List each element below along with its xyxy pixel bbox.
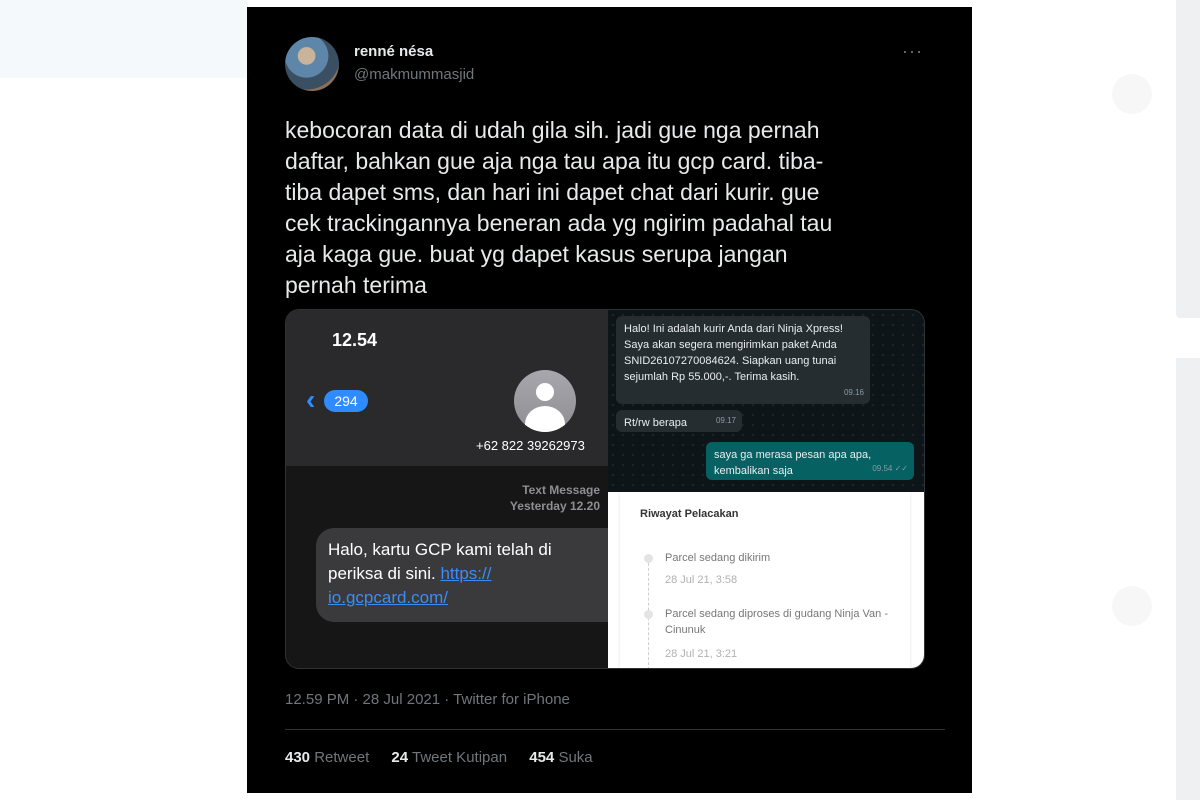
side-panel [1176,0,1200,318]
divider [285,729,945,730]
chat-time: 09.16 [843,388,864,397]
sms-screenshot: 12.54 ‹ 294 +62 822 39262973 Text Messag… [286,310,626,668]
status-time: 12.54 [332,330,378,350]
tweet-stats: 430 Retweet 24 Tweet Kutipan 454 Suka [285,749,611,766]
chevron-left-icon: ‹ [306,384,316,415]
tracking-date: 28 Jul 21, 3:58 [665,574,738,586]
chat-time: 09.17 [715,416,736,425]
faded-icon [1112,586,1152,626]
tweet-text: kebocoran data di udah gila sih. jadi gu… [285,117,833,298]
sms-text-line2: periksa di sini. [328,564,441,583]
avatar[interactable] [285,37,339,91]
more-horizontal-icon[interactable]: ··· [902,41,923,62]
retweet-count[interactable]: 430 Retweet [285,749,369,766]
tweet-meta[interactable]: 12.59 PM · 28 Jul 2021 · Twitter for iPh… [285,691,570,708]
tracking-card: Riwayat Pelacakan Parcel sedang dikirim … [620,492,910,668]
timeline-dot [644,554,653,563]
tracking-screenshot: Riwayat Pelacakan Parcel sedang dikirim … [608,492,924,668]
message-time: Yesterday 12.20 [509,499,600,513]
chat-text: saya ga merasa pesan apa apa, kembalikan… [714,449,872,477]
chat-bubble-incoming: Halo! Ini adalah kurir Anda dari Ninja X… [616,316,870,404]
message-meta: Text Message Yesterday 12.20 [446,482,600,514]
quote-count[interactable]: 24 Tweet Kutipan [391,749,507,766]
side-panel [1176,358,1200,800]
background-panel [0,0,247,78]
unread-badge: 294 [324,390,368,412]
contact-number: +62 822 39262973 [476,438,585,453]
sms-link-continued: io.gcpcard.com/ [328,588,448,607]
display-name[interactable]: renné nésa [354,43,433,60]
contact-avatar-icon [514,370,576,432]
chat-time: 09.54 ✓✓ [872,464,908,473]
sms-link: https:// [440,564,492,583]
chat-bubble-outgoing: saya ga merasa pesan apa apa, kembalikan… [706,442,914,480]
whatsapp-screenshot: Halo! Ini adalah kurir Anda dari Ninja X… [608,310,924,492]
faded-icon [1112,74,1152,114]
chat-bubble-incoming: Rt/rw berapa 09.17 [616,410,742,432]
tracking-title: Riwayat Pelacakan [640,508,739,520]
chat-text: Halo! Ini adalah kurir Anda dari Ninja X… [624,323,843,383]
tracking-event: Parcel sedang dikirim [665,552,771,564]
message-type: Text Message [522,483,600,497]
tweet-card: renné nésa @makmummasjid ··· kebocoran d… [247,7,972,793]
tracking-date: 28 Jul 21, 3:21 [665,648,738,660]
sms-text-line1: Halo, kartu GCP kami telah di [328,540,552,559]
chat-text: Rt/rw berapa [624,417,687,429]
like-count[interactable]: 454 Suka [529,749,592,766]
tracking-event: Parcel sedang diproses di gudang Ninja V… [665,608,888,636]
user-handle[interactable]: @makmummasjid [354,66,474,83]
sms-bubble: Halo, kartu GCP kami telah di periksa di… [316,528,626,622]
tweet-media[interactable]: 12.54 ‹ 294 +62 822 39262973 Text Messag… [285,309,925,669]
timeline-dot [644,610,653,619]
